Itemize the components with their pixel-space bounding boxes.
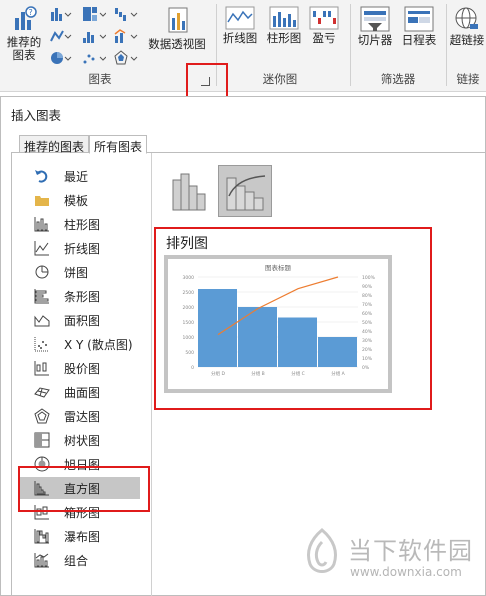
group-label-charts: 图表 — [88, 72, 112, 86]
statistic-chart-small-icon[interactable] — [82, 28, 106, 44]
watermark-url: www.downxia.com — [350, 565, 462, 579]
subtype-histogram[interactable] — [162, 165, 216, 217]
sidebar-item-column[interactable]: 柱形图 — [20, 213, 140, 235]
hierarchy-chart-small-icon[interactable] — [82, 6, 106, 22]
svg-text:?: ? — [29, 8, 33, 17]
sidebar-item-template[interactable]: 模板 — [20, 189, 140, 211]
pivot-chart-icon — [168, 7, 188, 33]
bar-chart-icon — [34, 289, 49, 304]
group-label-sparklines: 迷你图 — [262, 72, 298, 86]
sparkline-column-icon — [269, 6, 299, 30]
sidebar-item-label: 股价图 — [64, 361, 101, 376]
sparkline-winloss-button[interactable]: 盈亏 — [306, 6, 342, 45]
group-label-filters: 筛选器 — [380, 72, 416, 86]
separator — [446, 4, 447, 86]
sidebar-item-label: 面积图 — [64, 313, 101, 328]
sidebar-item-label: 柱形图 — [64, 217, 101, 232]
sidebar-item-combo[interactable]: 组合 — [20, 549, 140, 571]
treemap-chart-icon — [34, 432, 50, 448]
sidebar-item-scatter[interactable]: X Y (散点图) — [20, 333, 140, 355]
sidebar-item-bar[interactable]: 条形图 — [20, 285, 140, 307]
hyperlink-label: 超链接 — [449, 33, 485, 47]
highlight-launcher-box — [186, 63, 228, 99]
waterfall-chart-icon — [34, 529, 49, 544]
sidebar-item-label: 最近 — [64, 169, 89, 184]
sidebar-item-label: 折线图 — [64, 241, 101, 256]
combo-chart-icon — [34, 553, 49, 568]
sidebar-item-label: 饼图 — [64, 265, 89, 280]
scatter-chart-icon — [34, 337, 49, 352]
folder-icon — [35, 196, 49, 206]
group-label-links: 链接 — [456, 72, 480, 86]
sparkline-winloss-icon — [309, 6, 339, 30]
histogram-thumbnail-icon — [172, 173, 206, 211]
hyperlink-button[interactable]: 超链接 — [448, 6, 486, 47]
hyperlink-icon — [455, 7, 478, 29]
sparkline-winloss-label: 盈亏 — [312, 31, 336, 45]
ribbon: ? 推荐的 图表 数据透视图 折线图 柱形图 盈亏 切片器 日程表 超链接 图表… — [0, 0, 486, 92]
stock-chart-icon — [34, 361, 49, 376]
sidebar-item-label: 瀑布图 — [64, 529, 101, 544]
pivot-chart-button[interactable]: 数据透视图 — [146, 6, 208, 51]
sidebar-item-label: 曲面图 — [64, 385, 101, 400]
sidebar-item-label: 雷达图 — [64, 409, 101, 424]
recommended-charts-icon: ? — [15, 6, 37, 30]
column-chart-icon — [34, 217, 49, 232]
slicer-button[interactable]: 切片器 — [354, 6, 396, 47]
subtype-pareto[interactable] — [218, 165, 272, 217]
slicer-label: 切片器 — [357, 33, 393, 47]
watermark-name: 当下软件园 — [348, 537, 473, 565]
sidebar-item-surface[interactable]: 曲面图 — [20, 381, 140, 403]
sparkline-line-button[interactable]: 折线图 — [220, 6, 260, 45]
slicer-icon — [360, 6, 390, 32]
sparkline-column-label: 柱形图 — [266, 31, 302, 45]
sidebar-item-label: 树状图 — [64, 433, 101, 448]
pareto-thumbnail-icon — [226, 175, 266, 211]
pie-chart-icon — [35, 265, 49, 279]
pie-chart-small-icon[interactable] — [50, 50, 72, 66]
pivot-chart-label: 数据透视图 — [148, 37, 206, 51]
column-chart-small-icon[interactable] — [50, 6, 72, 22]
tab-recommended[interactable]: 推荐的图表 — [19, 135, 90, 154]
sidebar-item-recent[interactable]: 最近 — [20, 165, 140, 187]
chart-type-sidebar: 最近 模板 柱形图 折线图 饼图 条形图 面积图 X Y (散点图) 股价图 曲… — [12, 153, 152, 596]
radar-chart-icon — [34, 408, 50, 424]
recommended-charts-label: 推荐的 图表 — [6, 35, 42, 62]
sidebar-item-radar[interactable]: 雷达图 — [20, 405, 140, 427]
sparkline-line-icon — [225, 6, 255, 30]
scatter-chart-small-icon[interactable] — [82, 50, 106, 66]
waterfall-chart-small-icon[interactable] — [114, 6, 138, 22]
sidebar-item-label: 条形图 — [64, 289, 101, 304]
sparkline-column-button[interactable]: 柱形图 — [264, 6, 304, 45]
timeline-label: 日程表 — [401, 33, 437, 47]
recommended-charts-button[interactable]: ? 推荐的 图表 — [4, 6, 44, 62]
dialog-title: 插入图表 — [11, 108, 62, 123]
sparkline-line-label: 折线图 — [222, 31, 258, 45]
radar-chart-small-icon[interactable] — [114, 50, 138, 66]
sidebar-item-label: 模板 — [64, 193, 89, 208]
undo-icon — [35, 170, 48, 183]
line-chart-icon — [34, 241, 49, 256]
surface-chart-icon — [34, 387, 50, 398]
sidebar-item-stock[interactable]: 股价图 — [20, 357, 140, 379]
sidebar-item-label: 组合 — [64, 553, 89, 568]
sidebar-item-area[interactable]: 面积图 — [20, 309, 140, 331]
combo-chart-small-icon[interactable] — [114, 28, 138, 44]
watermark-logo — [307, 528, 337, 573]
line-chart-small-icon[interactable] — [50, 28, 72, 44]
tab-all-charts[interactable]: 所有图表 — [89, 135, 148, 154]
sidebar-item-line[interactable]: 折线图 — [20, 237, 140, 259]
highlight-histogram-box — [18, 466, 150, 512]
sidebar-item-waterfall[interactable]: 瀑布图 — [20, 525, 140, 547]
area-chart-icon — [34, 315, 50, 327]
timeline-icon — [404, 6, 434, 32]
highlight-preview-box — [154, 227, 432, 410]
sidebar-item-label: X Y (散点图) — [64, 337, 133, 352]
separator — [350, 4, 351, 86]
sidebar-item-treemap[interactable]: 树状图 — [20, 429, 140, 451]
timeline-button[interactable]: 日程表 — [398, 6, 440, 47]
sidebar-item-pie[interactable]: 饼图 — [20, 261, 140, 283]
